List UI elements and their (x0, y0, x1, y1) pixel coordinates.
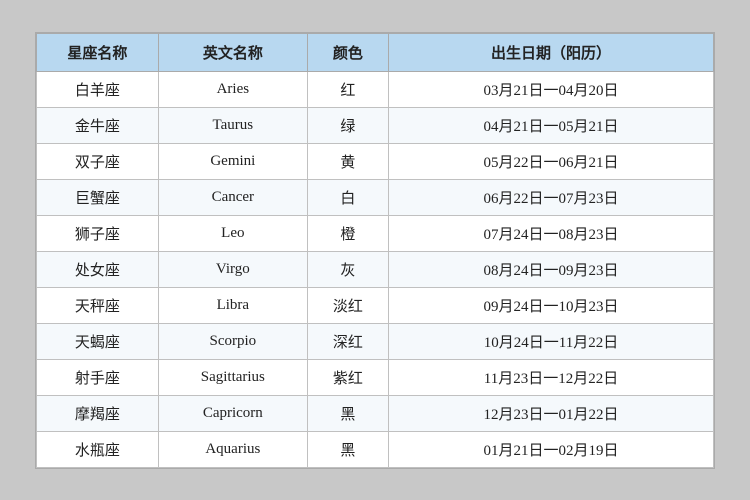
cell-english: Leo (158, 215, 307, 251)
cell-color: 黑 (307, 395, 388, 431)
cell-chinese: 狮子座 (37, 215, 159, 251)
cell-chinese: 摩羯座 (37, 395, 159, 431)
cell-english: Libra (158, 287, 307, 323)
header-english: 英文名称 (158, 33, 307, 71)
cell-chinese: 双子座 (37, 143, 159, 179)
table-row: 水瓶座Aquarius黑01月21日一02月19日 (37, 431, 714, 467)
cell-color: 黄 (307, 143, 388, 179)
zodiac-table-container: 星座名称 英文名称 颜色 出生日期（阳历） 白羊座Aries红03月21日一04… (35, 32, 715, 469)
table-row: 双子座Gemini黄05月22日一06月21日 (37, 143, 714, 179)
cell-chinese: 处女座 (37, 251, 159, 287)
cell-chinese: 射手座 (37, 359, 159, 395)
table-row: 处女座Virgo灰08月24日一09月23日 (37, 251, 714, 287)
cell-date: 05月22日一06月21日 (389, 143, 714, 179)
table-row: 天蝎座Scorpio深红10月24日一11月22日 (37, 323, 714, 359)
cell-english: Capricorn (158, 395, 307, 431)
cell-english: Aries (158, 71, 307, 107)
cell-chinese: 白羊座 (37, 71, 159, 107)
cell-color: 橙 (307, 215, 388, 251)
cell-date: 06月22日一07月23日 (389, 179, 714, 215)
table-row: 白羊座Aries红03月21日一04月20日 (37, 71, 714, 107)
cell-english: Scorpio (158, 323, 307, 359)
cell-color: 黑 (307, 431, 388, 467)
cell-chinese: 巨蟹座 (37, 179, 159, 215)
table-row: 天秤座Libra淡红09月24日一10月23日 (37, 287, 714, 323)
cell-date: 09月24日一10月23日 (389, 287, 714, 323)
cell-color: 淡红 (307, 287, 388, 323)
cell-chinese: 水瓶座 (37, 431, 159, 467)
zodiac-table: 星座名称 英文名称 颜色 出生日期（阳历） 白羊座Aries红03月21日一04… (36, 33, 714, 468)
cell-date: 12月23日一01月22日 (389, 395, 714, 431)
cell-date: 08月24日一09月23日 (389, 251, 714, 287)
cell-date: 04月21日一05月21日 (389, 107, 714, 143)
table-row: 狮子座Leo橙07月24日一08月23日 (37, 215, 714, 251)
table-header-row: 星座名称 英文名称 颜色 出生日期（阳历） (37, 33, 714, 71)
table-row: 射手座Sagittarius紫红11月23日一12月22日 (37, 359, 714, 395)
cell-english: Aquarius (158, 431, 307, 467)
table-row: 巨蟹座Cancer白06月22日一07月23日 (37, 179, 714, 215)
cell-english: Taurus (158, 107, 307, 143)
cell-chinese: 天秤座 (37, 287, 159, 323)
table-row: 摩羯座Capricorn黑12月23日一01月22日 (37, 395, 714, 431)
cell-date: 07月24日一08月23日 (389, 215, 714, 251)
header-date: 出生日期（阳历） (389, 33, 714, 71)
cell-color: 红 (307, 71, 388, 107)
cell-date: 11月23日一12月22日 (389, 359, 714, 395)
cell-chinese: 天蝎座 (37, 323, 159, 359)
cell-date: 10月24日一11月22日 (389, 323, 714, 359)
cell-color: 绿 (307, 107, 388, 143)
cell-color: 紫红 (307, 359, 388, 395)
cell-date: 01月21日一02月19日 (389, 431, 714, 467)
cell-chinese: 金牛座 (37, 107, 159, 143)
cell-color: 白 (307, 179, 388, 215)
cell-english: Virgo (158, 251, 307, 287)
cell-color: 灰 (307, 251, 388, 287)
header-color: 颜色 (307, 33, 388, 71)
table-row: 金牛座Taurus绿04月21日一05月21日 (37, 107, 714, 143)
cell-english: Sagittarius (158, 359, 307, 395)
table-body: 白羊座Aries红03月21日一04月20日金牛座Taurus绿04月21日一0… (37, 71, 714, 467)
cell-english: Gemini (158, 143, 307, 179)
cell-english: Cancer (158, 179, 307, 215)
cell-color: 深红 (307, 323, 388, 359)
header-chinese: 星座名称 (37, 33, 159, 71)
cell-date: 03月21日一04月20日 (389, 71, 714, 107)
